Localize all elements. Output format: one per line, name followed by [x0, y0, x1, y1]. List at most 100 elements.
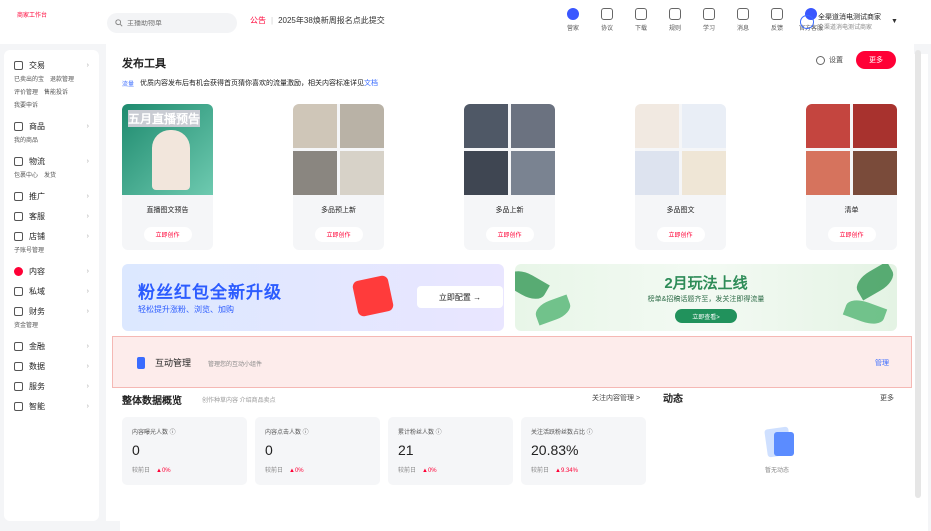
card-title: 多品预上新 — [321, 207, 356, 214]
notice-bar[interactable]: 公告 | 2025年38焕新周报名点此提交 — [250, 15, 385, 26]
header-tools: 营家 协议 下载 规则 学习 消息 反馈 官方客服 — [560, 8, 832, 32]
delta-value: ▲0% — [289, 468, 304, 474]
stat-label: 内容曝光人数 ⓘ — [132, 430, 176, 436]
content-manage-link[interactable]: 关注内容管理 > — [592, 393, 640, 403]
sidebar-item[interactable]: 商品 › — [14, 119, 89, 133]
publish-cards: 五月直播预告 直播图文预告 立即创作 多品预上新 立即创作 多品上新 立即创作 多品图文 立即创… — [122, 104, 897, 250]
promote-icon — [14, 191, 23, 201]
tool-rules[interactable]: 规则 — [662, 8, 688, 32]
sidebar-subitem[interactable]: 包裹中心 — [14, 170, 38, 179]
sidebar-item[interactable]: 智能 › — [14, 399, 89, 413]
sidebar-group: 客服 › — [4, 209, 99, 223]
fan-redpacket-banner[interactable]: 粉丝红包全新升级 轻松提升涨粉、浏览、加购 立即配置 → — [122, 264, 504, 331]
publish-card[interactable]: 清单 立即创作 — [806, 104, 897, 250]
sidebar-subitem[interactable]: 发货 — [44, 170, 56, 179]
notice-divider: | — [271, 16, 274, 25]
activity-more-link[interactable]: 更多 — [880, 393, 894, 403]
redpacket-icon — [351, 274, 395, 318]
tool-database[interactable]: 协议 — [594, 8, 620, 32]
notice-tag: 公告 — [250, 16, 266, 25]
sidebar-item[interactable]: 数据 › — [14, 359, 89, 373]
sidebar-subitems: 我的商品 — [14, 135, 89, 148]
sidebar-item[interactable]: 金融 › — [14, 339, 89, 353]
sidebar: 交易 › 已卖出的宝 退款管理 评价管理 售能投诉 我要申诉 商品 › 我的商品 物流 › 包裹中心 发货… — [4, 50, 99, 521]
sidebar-group: 交易 › 已卖出的宝 退款管理评价管理 售能投诉 我要申诉 — [4, 58, 99, 113]
doc-link[interactable]: 文档 — [364, 78, 378, 88]
publish-card[interactable]: 五月直播预告 直播图文预告 立即创作 — [122, 104, 213, 250]
chevron-right-icon: › — [86, 192, 89, 200]
sidebar-subitem[interactable]: 售能投诉 — [44, 87, 68, 96]
tool-feedback[interactable]: 反馈 — [764, 8, 790, 32]
sidebar-item-label: 金融 — [29, 341, 45, 351]
stat-card[interactable]: 内容曝光人数 ⓘ 0 较前日 ▲0% — [122, 417, 247, 485]
finance-icon — [14, 306, 23, 316]
sidebar-item[interactable]: 服务 › — [14, 379, 89, 393]
sidebar-subitem[interactable]: 已卖出的宝 — [14, 74, 44, 83]
notice-text[interactable]: 2025年38焕新周报名点此提交 — [278, 15, 385, 26]
sidebar-item-label: 物流 — [29, 156, 45, 166]
sidebar-item[interactable]: 物流 › — [14, 154, 89, 168]
stat-card[interactable]: 累计粉丝人数 ⓘ 21 较前日 ▲0% — [388, 417, 513, 485]
publish-card[interactable]: 多品图文 立即创作 — [635, 104, 726, 250]
empty-activity-text: 暂无动态 — [765, 468, 790, 474]
sidebar-group: 财务 › 资金管理 — [4, 304, 99, 333]
tool-compass[interactable]: 营家 — [560, 8, 586, 32]
banner-subtitle: 轻松提升涨粉、浏览、加购 — [138, 305, 234, 314]
sidebar-item[interactable]: 客服 › — [14, 209, 89, 223]
settings-button[interactable]: 设置 — [816, 55, 843, 65]
publish-card[interactable]: 多品上新 立即创作 — [464, 104, 555, 250]
stat-card[interactable]: 内容点击人数 ⓘ 0 较前日 ▲0% — [255, 417, 380, 485]
search-box[interactable] — [107, 13, 237, 33]
overview-subtitle: 创作种草内容 介绍商品卖点 — [202, 398, 276, 404]
sidebar-item[interactable]: 店铺 › — [14, 229, 89, 243]
tmall-logo[interactable]: 天猫 商家工作台 — [14, 10, 928, 531]
create-now-button[interactable]: 立即创作 — [143, 227, 192, 242]
sidebar-item[interactable]: 推广 › — [14, 189, 89, 203]
feb-campaign-banner[interactable]: 2月玩法上线 榜单&招稿话题齐至，发关注即得流量 立即查看> — [515, 264, 897, 331]
more-button[interactable]: 更多 — [856, 51, 896, 69]
stat-label: 内容点击人数 ⓘ — [265, 430, 309, 436]
feedback-icon — [771, 8, 783, 20]
main-content: 发布工具 设置 更多 流量 优质内容发布后有机会获得首页猜你喜欢的流量激励，相关… — [106, 44, 914, 521]
create-now-button[interactable]: 立即创作 — [485, 227, 534, 242]
data-icon — [14, 361, 23, 371]
sidebar-subitem[interactable]: 资金管理 — [14, 320, 38, 329]
sidebar-item[interactable]: 私域 › — [14, 284, 89, 298]
view-now-button[interactable]: 立即查看> — [675, 309, 737, 323]
sidebar-item-label: 数据 — [29, 361, 45, 371]
tool-label: 营家 — [566, 26, 579, 32]
sidebar-subitem[interactable]: 我的商品 — [14, 135, 38, 144]
tool-label: 规则 — [668, 26, 681, 32]
tool-label: 消息 — [736, 26, 749, 32]
tip-text: 优质内容发布后有机会获得首页猜你喜欢的流量激励，相关内容标准详见 — [140, 80, 365, 87]
sidebar-item[interactable]: 交易 › — [14, 58, 89, 72]
sidebar-subitem[interactable]: 子账号管理 — [14, 245, 44, 254]
delta-value: ▲0% — [156, 468, 171, 474]
chevron-down-icon[interactable]: ▼ — [891, 18, 898, 25]
sidebar-subitems: 子账号管理 — [14, 245, 89, 258]
tool-message[interactable]: 消息 — [730, 8, 756, 32]
stat-compare: 较前日 ▲0% — [132, 465, 237, 474]
configure-button[interactable]: 立即配置 → — [417, 286, 503, 308]
settings-label: 设置 — [829, 57, 843, 64]
search-input[interactable] — [127, 19, 227, 27]
sidebar-subitem[interactable]: 退款管理 — [50, 74, 74, 83]
create-now-button[interactable]: 立即创作 — [827, 227, 876, 242]
stat-card[interactable]: 关注活跃粉丝数占比 ⓘ 20.83% 较前日 ▲9.34% — [521, 417, 646, 485]
scrollbar[interactable] — [915, 50, 921, 498]
account-menu[interactable]: 全渠道消电测试商家 全渠道消电测试商家 ▼ — [800, 12, 898, 31]
sidebar-subitem[interactable]: 评价管理 — [14, 87, 38, 96]
tool-download[interactable]: 下载 — [628, 8, 654, 32]
manage-link[interactable]: 管理 — [875, 358, 889, 368]
sidebar-subitem[interactable]: 我要申诉 — [14, 100, 38, 109]
publish-card[interactable]: 多品预上新 立即创作 — [293, 104, 384, 250]
stat-value: 21 — [398, 442, 414, 458]
tool-study[interactable]: 学习 — [696, 8, 722, 32]
chevron-right-icon: › — [86, 287, 89, 295]
sidebar-item[interactable]: 财务 › — [14, 304, 89, 318]
apps-icon — [14, 381, 23, 391]
create-now-button[interactable]: 立即创作 — [314, 227, 363, 242]
sidebar-item[interactable]: 内容 › — [14, 264, 89, 278]
create-now-button[interactable]: 立即创作 — [656, 227, 705, 242]
account-subname: 全渠道消电测试商家 — [818, 25, 873, 31]
